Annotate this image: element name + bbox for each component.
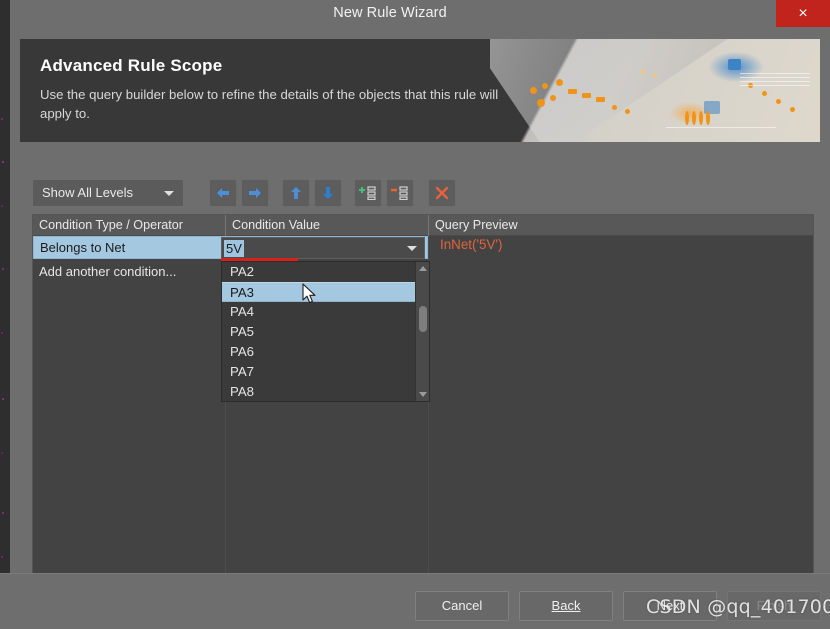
cancel-button[interactable]: Cancel: [415, 591, 509, 621]
remove-row-icon: [391, 186, 408, 200]
arrow-up-icon: [291, 187, 301, 199]
condition-value-dropdown[interactable]: PA2 PA3 PA4 PA5 PA6 PA7 PA8: [221, 261, 430, 402]
close-icon[interactable]: ×: [776, 0, 830, 27]
move-left-button[interactable]: [209, 179, 237, 207]
dialog-body: Advanced Rule Scope Use the query builde…: [10, 27, 830, 629]
chevron-down-icon[interactable]: [407, 246, 417, 251]
back-button-label: Back: [551, 598, 581, 613]
scroll-down-icon[interactable]: [419, 392, 427, 397]
move-up-button[interactable]: [282, 179, 310, 207]
arrow-left-icon: [217, 188, 229, 198]
back-button[interactable]: Back: [519, 591, 613, 621]
list-item[interactable]: PA5: [222, 322, 429, 342]
arrow-down-icon: [323, 187, 333, 199]
move-right-button[interactable]: [241, 179, 269, 207]
page-title: Advanced Rule Scope: [40, 56, 223, 75]
column-header-condition-value[interactable]: Condition Value: [226, 215, 428, 236]
pcb-photo: [490, 39, 820, 142]
column-header-query-preview[interactable]: Query Preview: [429, 215, 813, 236]
remove-condition-button[interactable]: [386, 179, 414, 207]
list-item[interactable]: PA3: [222, 282, 429, 302]
condition-value-combo[interactable]: 5V: [221, 237, 425, 259]
add-row-icon: [359, 186, 376, 200]
scrollbar-thumb[interactable]: [419, 306, 427, 332]
arrow-right-icon: [249, 188, 261, 198]
mouse-cursor-icon: [302, 283, 316, 304]
window-title: New Rule Wizard: [333, 5, 447, 21]
scroll-up-icon[interactable]: [419, 266, 427, 271]
next-button[interactable]: Next: [623, 591, 717, 621]
list-item[interactable]: PA6: [222, 342, 429, 362]
column-header-condition-type[interactable]: Condition Type / Operator: [33, 215, 225, 236]
background-app-sliver: [0, 0, 10, 629]
levels-select[interactable]: Show All Levels: [32, 179, 184, 207]
page-subtitle: Use the query builder below to refine th…: [40, 87, 499, 121]
dropdown-scrollbar[interactable]: [415, 262, 429, 401]
move-down-button[interactable]: [314, 179, 342, 207]
grid-header-row: Condition Type / Operator Condition Valu…: [33, 215, 813, 236]
list-item[interactable]: PA7: [222, 362, 429, 382]
chevron-down-icon: [164, 191, 174, 196]
list-item[interactable]: PA4: [222, 302, 429, 322]
title-bar: New Rule Wizard ×: [10, 0, 830, 27]
close-x-icon: [435, 186, 449, 200]
wizard-banner: Advanced Rule Scope Use the query builde…: [20, 39, 820, 142]
clear-all-button[interactable]: [428, 179, 456, 207]
query-preview-text: InNet('5V'): [440, 237, 503, 252]
list-item[interactable]: PA8: [222, 382, 429, 401]
finish-button[interactable]: Finish: [727, 591, 821, 621]
add-condition-button[interactable]: [354, 179, 382, 207]
levels-select-label: Show All Levels: [42, 185, 134, 200]
list-item[interactable]: PA2: [222, 262, 429, 282]
screen-root: New Rule Wizard × Advanced Rule Scope Us…: [0, 0, 830, 629]
condition-value-input[interactable]: 5V: [224, 240, 244, 257]
